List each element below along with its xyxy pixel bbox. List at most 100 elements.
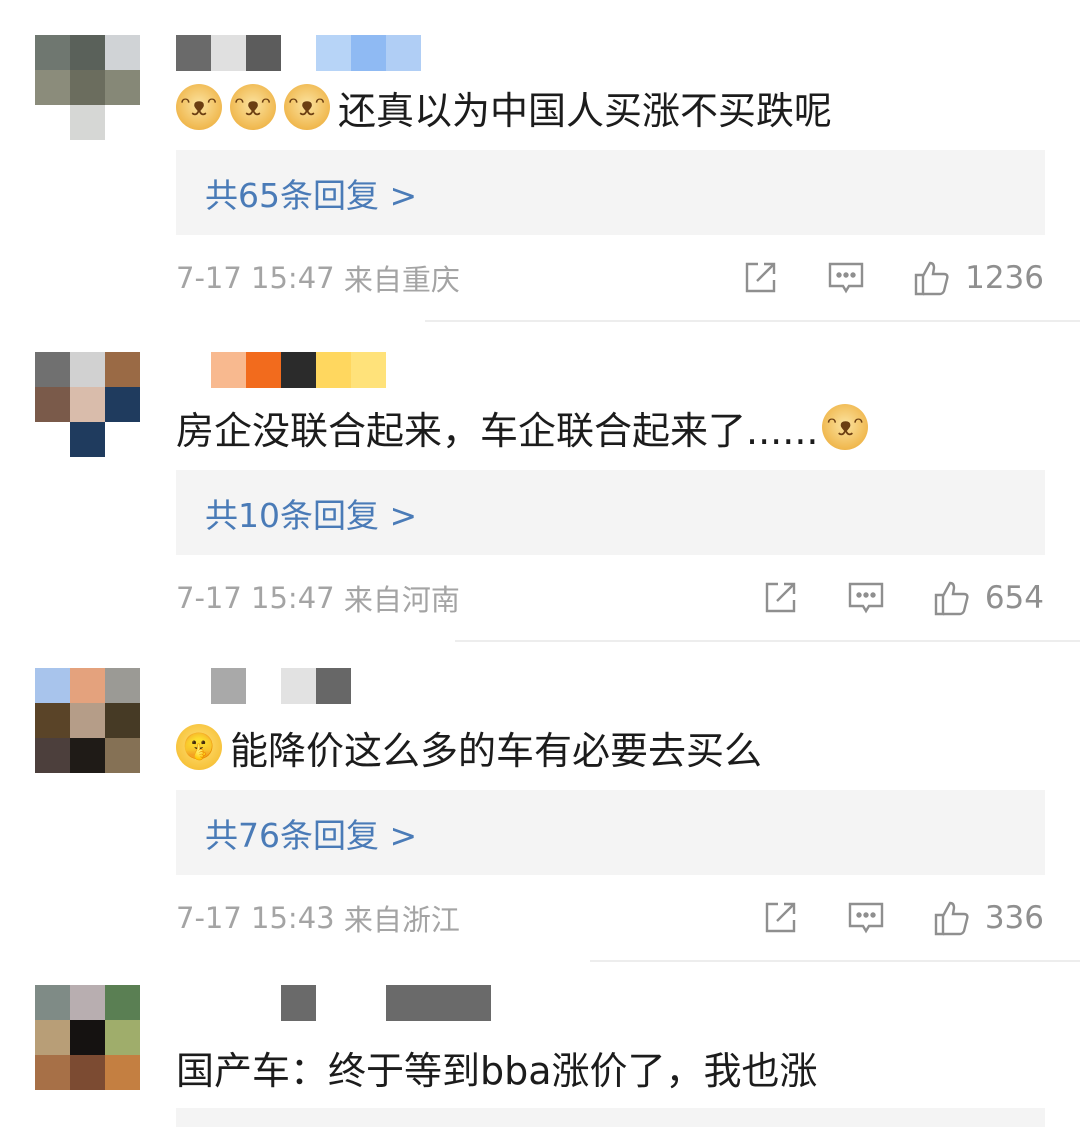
username-pixel [176,35,211,71]
replies-link[interactable] [176,1108,1045,1127]
comment-meta: 7-17 15:47 来自河南 [176,578,460,618]
avatar-pixel [35,352,70,387]
like-count: 1236 [965,260,1044,296]
comment-icon[interactable] [847,579,885,617]
comment-time: 7-17 15:47 [176,581,335,615]
username-pixel [316,352,351,388]
username-pixel [421,985,456,1021]
divider [425,320,1080,322]
avatar-pixel [70,1020,105,1055]
share-icon[interactable] [761,579,799,617]
comment-text: 国产车：终于等到bba涨价了，我也涨 [176,1042,818,1093]
replies-label: 共65条回复 > [205,175,418,215]
avatar-pixel [105,1020,140,1055]
avatar-pixel [105,738,140,773]
comment-time: 7-17 15:47 [176,261,335,295]
replies-link[interactable]: 共65条回复 > [176,150,1045,235]
username-pixel [281,985,316,1021]
username[interactable] [176,985,491,1021]
share-icon[interactable] [761,899,799,937]
avatar-pixel [35,70,70,105]
avatar-pixel [70,387,105,422]
doge-emoji-icon: ᵔᴥᵔ [822,404,869,450]
comment-actions: 1236 [693,258,1044,298]
username-pixel [211,668,246,704]
username-pixel [386,985,421,1021]
username-pixel [211,352,246,388]
comment-actions: 654 [713,578,1044,618]
avatar-pixel [70,422,105,457]
doge-emoji-icon: ᵔᴥᵔ [176,84,222,130]
avatar-pixel [70,70,105,105]
comment-icon[interactable] [827,259,865,297]
avatar-pixel [105,35,140,70]
avatar-pixel [35,738,70,773]
comment-text-body: 还真以为中国人买涨不买跌呢 [338,88,833,133]
avatar-pixel [105,985,140,1020]
like-icon[interactable] [913,259,951,297]
comment-meta: 7-17 15:47 来自重庆 [176,258,460,298]
avatar-pixel [35,668,70,703]
avatar[interactable] [35,668,140,773]
share-icon[interactable] [741,259,779,297]
comment-meta: 7-17 15:43 来自浙江 [176,898,460,938]
comment-location: 来自河南 [343,583,460,617]
avatar-pixel [35,985,70,1020]
username-pixel [351,352,386,388]
username[interactable] [176,668,351,704]
avatar-pixel [105,668,140,703]
username[interactable] [211,352,386,388]
username-pixel [176,985,211,1021]
replies-label: 共10条回复 > [205,495,418,535]
username-pixel [246,985,281,1021]
avatar-pixel [35,35,70,70]
like-count: 336 [984,900,1044,936]
comment-text-body: 房企没联合起来，车企联合起来了...... [176,408,819,453]
replies-link[interactable]: 共76条回复 > [176,790,1045,875]
comment-text-body: 国产车：终于等到bba涨价了，我也涨 [176,1048,818,1093]
username-pixel [281,35,316,71]
shush-emoji-icon: 🤫 [176,724,222,770]
avatar-pixel [105,70,140,105]
username[interactable] [176,35,421,71]
username-pixel [211,985,246,1021]
avatar-pixel [70,1055,105,1090]
avatar-pixel [70,703,105,738]
avatar-pixel [105,352,140,387]
avatar-pixel [70,738,105,773]
like-icon[interactable] [933,899,971,937]
comment-text: 房企没联合起来，车企联合起来了...... ᵔᴥᵔ [176,402,876,453]
avatar-pixel [70,668,105,703]
username-pixel [386,35,421,71]
avatar-pixel [105,422,140,457]
avatar-pixel [105,105,140,140]
doge-emoji-icon: ᵔᴥᵔ [230,84,276,130]
avatar[interactable] [35,35,140,140]
username-pixel [211,35,246,71]
avatar-pixel [35,105,70,140]
comment-text-body: 能降价这么多的车有必要去买么 [230,728,763,773]
avatar-pixel [70,352,105,387]
avatar-pixel [70,105,105,140]
comment-text: 🤫 能降价这么多的车有必要去买么 [176,722,763,773]
comment-icon[interactable] [847,899,885,937]
avatar-pixel [70,35,105,70]
avatar-pixel [105,1055,140,1090]
avatar[interactable] [35,985,140,1090]
username-pixel [456,985,491,1021]
comment-location: 来自浙江 [343,903,460,937]
like-icon[interactable] [933,579,971,617]
avatar-pixel [70,985,105,1020]
like-count: 654 [984,580,1044,616]
username-pixel [176,668,211,704]
username-pixel [351,35,386,71]
comment-text: ᵔᴥᵔ ᵔᴥᵔ ᵔᴥᵔ 还真以为中国人买涨不买跌呢 [176,82,833,133]
divider [455,640,1080,642]
username-pixel [281,668,316,704]
comment-time: 7-17 15:43 [176,901,335,935]
avatar-pixel [105,703,140,738]
username-pixel [281,352,316,388]
comment-location: 来自重庆 [343,263,460,297]
avatar[interactable] [35,352,140,457]
replies-link[interactable]: 共10条回复 > [176,470,1045,555]
